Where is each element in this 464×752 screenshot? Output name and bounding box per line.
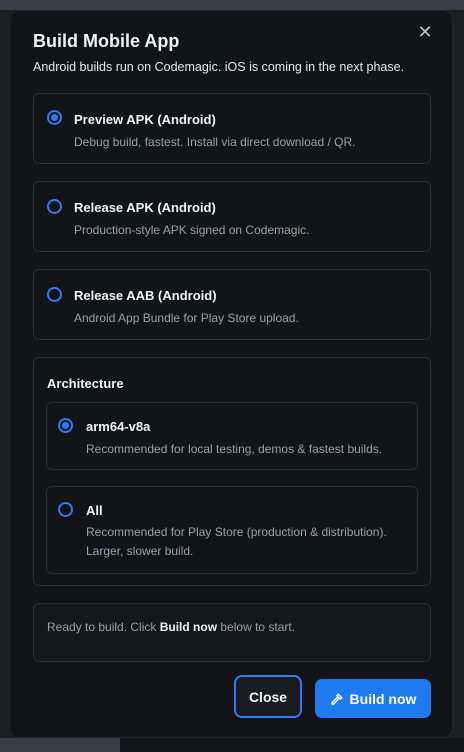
- arch-option-all[interactable]: All Recommended for Play Store (producti…: [46, 486, 418, 574]
- option-title: All: [86, 503, 103, 518]
- radio-arm64[interactable]: [58, 418, 73, 433]
- radio-all[interactable]: [58, 502, 73, 517]
- arch-option-arm64[interactable]: arm64-v8a Recommended for local testing,…: [46, 402, 418, 470]
- option-description: Android App Bundle for Play Store upload…: [74, 311, 299, 325]
- dialog-subtitle: Android builds run on Codemagic. iOS is …: [33, 60, 405, 74]
- close-icon[interactable]: ✕: [413, 20, 437, 44]
- architecture-heading: Architecture: [47, 376, 124, 391]
- status-text: Ready to build. Click Build now below to…: [47, 620, 296, 634]
- option-title: Preview APK (Android): [74, 112, 216, 127]
- option-release-aab[interactable]: Release AAB (Android) Android App Bundle…: [33, 269, 431, 340]
- option-title: arm64-v8a: [86, 419, 151, 434]
- option-title: Release APK (Android): [74, 200, 216, 215]
- hammer-icon: [330, 692, 343, 705]
- radio-release-apk[interactable]: [47, 199, 62, 214]
- build-now-button[interactable]: Build now: [315, 679, 431, 718]
- status-emphasis: Build now: [159, 620, 218, 634]
- option-description: Recommended for local testing, demos & f…: [86, 442, 383, 456]
- radio-release-aab[interactable]: [47, 287, 62, 302]
- build-now-label: Build now: [349, 690, 417, 707]
- option-release-apk[interactable]: Release APK (Android) Production-style A…: [33, 181, 431, 252]
- background-strip-top: [0, 0, 464, 10]
- dialog-title: Build Mobile App: [33, 31, 180, 51]
- architecture-section: Architecture arm64-v8a Recommended for l…: [33, 357, 431, 586]
- option-title: Release AAB (Android): [74, 288, 217, 303]
- option-description-line-2: Larger, slower build.: [86, 544, 194, 558]
- build-status-panel: Ready to build. Click Build now below to…: [33, 603, 431, 662]
- option-preview-apk[interactable]: Preview APK (Android) Debug build, faste…: [33, 93, 431, 164]
- close-button[interactable]: Close: [234, 675, 302, 718]
- background-strip-bottom: [0, 738, 464, 752]
- option-description: Debug build, fastest. Install via direct…: [74, 135, 356, 149]
- option-description-line-1: Recommended for Play Store (production &…: [86, 525, 387, 539]
- option-description: Production-style APK signed on Codemagic…: [74, 223, 310, 237]
- radio-preview-apk[interactable]: [47, 110, 62, 125]
